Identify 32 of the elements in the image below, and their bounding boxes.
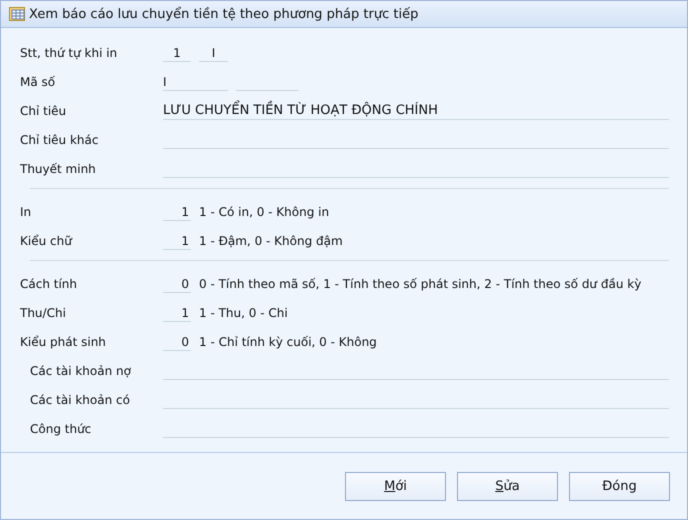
input-field[interactable]: I (199, 44, 228, 62)
dialog-button[interactable]: Sửa (457, 472, 558, 500)
field-label: Kiểu phát sinh (20, 334, 107, 348)
input-field[interactable]: 0 (163, 332, 191, 350)
input-field[interactable]: 1 (163, 202, 191, 220)
input-field[interactable]: 1 (163, 304, 191, 322)
input-field[interactable]: 1 (163, 232, 191, 250)
option-hint: 1 - Thu, 0 - Chi (199, 306, 288, 320)
field-label: Công thức (29, 422, 92, 436)
field-label: Chỉ tiêu khác (20, 132, 100, 146)
input-field[interactable]: I (163, 72, 228, 90)
dialog-button[interactable]: Mới (345, 472, 446, 500)
window-icon (9, 7, 25, 21)
field-label: Thuyết minh (20, 162, 97, 176)
option-hint: 1 - Đậm, 0 - Không đậm (199, 234, 343, 248)
window-title: Xem báo cáo lưu chuyển tiền tệ theo phương pháp trực tiếp (29, 6, 418, 22)
option-hint: 1 - Có in, 0 - Không in (199, 204, 330, 218)
field-label: Mã số (20, 74, 56, 88)
field-label: Các tài khoản có (29, 392, 131, 406)
field-label: Kiểu chữ (20, 234, 74, 248)
dialog-button[interactable]: Đóng (569, 472, 670, 500)
input-field[interactable]: 1 (163, 44, 191, 62)
field-label: In (20, 204, 32, 218)
option-hint: 1 - Chỉ tính kỳ cuối, 0 - Không (199, 334, 377, 348)
field-label: Cách tính (20, 276, 78, 290)
option-hint: 0 - Tính theo mã số, 1 - Tính theo số phát sinh, 2 - Tính theo số dư đầu kỳ (199, 276, 642, 290)
input-field[interactable]: 0 (163, 274, 191, 292)
field-label: Các tài khoản nợ (29, 364, 132, 378)
field-label: Chỉ tiêu (20, 104, 68, 118)
field-label: Stt, thứ tự khi in (20, 46, 118, 60)
field-label: Thu/Chi (20, 306, 67, 320)
input-field[interactable]: LƯU CHUYỂN TIỀN TỪ HOẠT ĐỘNG CHÍNH (163, 102, 669, 120)
